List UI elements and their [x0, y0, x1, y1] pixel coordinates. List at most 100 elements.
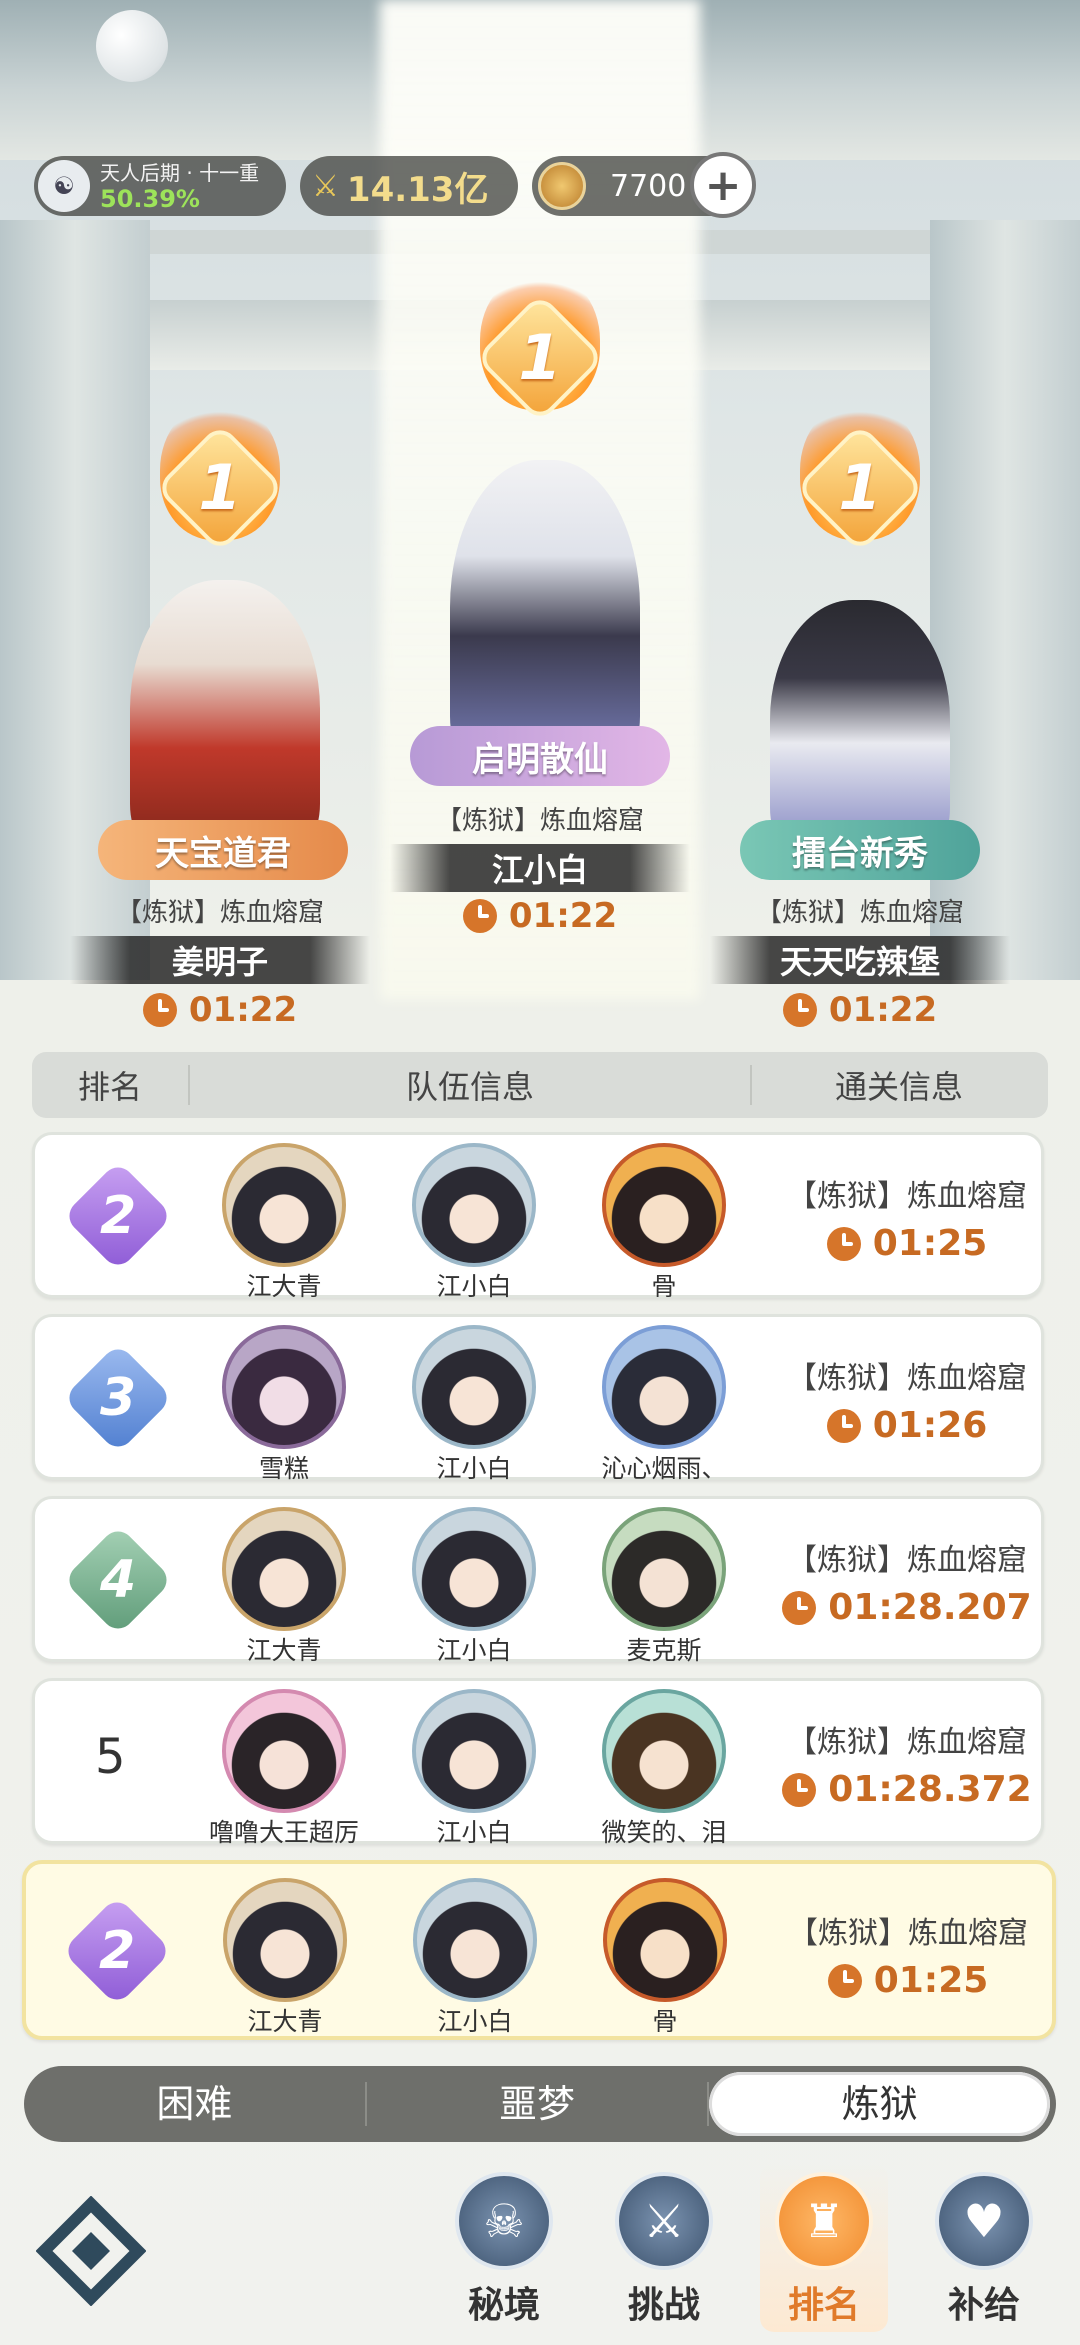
currency-value: 7700: [610, 168, 687, 204]
clear-time: 01:25: [757, 1223, 1057, 1264]
team-member[interactable]: 微笑的、泪: [589, 1689, 739, 1849]
player-title-badge: 启明散仙: [410, 726, 670, 786]
member-avatar: [223, 1878, 347, 2002]
combat-power-value: 14.13亿: [346, 169, 489, 210]
tab-nightmare[interactable]: 噩梦: [367, 2072, 708, 2136]
member-name: 江大青: [246, 1272, 322, 1301]
podium-player-name[interactable]: 江小白: [390, 844, 690, 892]
rank-number: 5: [95, 1729, 126, 1785]
member-name: 麦克斯: [626, 1636, 702, 1665]
member-name: 江小白: [436, 1454, 512, 1483]
player-title-badge: 天宝道君: [98, 820, 348, 880]
clear-stage: 【炼狱】炼血熔窟: [787, 1179, 1027, 1214]
clock-icon: [827, 1963, 862, 1998]
combat-power: ⚔ 14.13亿: [300, 156, 518, 216]
clear-stage: 【炼狱】炼血熔窟: [787, 1543, 1027, 1578]
clear-stage: 【炼狱】炼血熔窟: [788, 1916, 1028, 1951]
team-member[interactable]: 沁心烟雨、: [589, 1325, 739, 1485]
member-name: 噜噜大王超厉: [209, 1818, 359, 1847]
team-member[interactable]: 江小白: [399, 1689, 549, 1849]
member-avatar: [222, 1507, 346, 1631]
team-member[interactable]: 江小白: [399, 1507, 549, 1667]
rank-badge: 2: [62, 1160, 174, 1272]
rank-badge: 2: [61, 1895, 173, 2007]
team-member[interactable]: 江小白: [399, 1143, 549, 1303]
nav-secret-realm[interactable]: ☠ 秘境: [440, 2164, 568, 2332]
member-name: 骨: [652, 2007, 678, 2036]
clear-time: 01:26: [757, 1405, 1057, 1446]
podium-stage: 【炼狱】炼血熔窟: [435, 806, 644, 836]
member-name: 沁心烟雨、: [601, 1454, 727, 1483]
clock-icon: [782, 1772, 817, 1807]
supply-heart-icon: ♥: [935, 2172, 1033, 2270]
clock-icon: [826, 1408, 861, 1443]
realm-label: 天人后期 · 十一重: [100, 161, 260, 185]
member-avatar: [603, 1878, 727, 2002]
cultivation-status[interactable]: ☯ 天人后期 · 十一重 50.39%: [34, 156, 286, 216]
member-avatar: [602, 1507, 726, 1631]
member-name: 江大青: [247, 2007, 323, 2036]
member-name: 江小白: [436, 1818, 512, 1847]
team-member[interactable]: 江小白: [400, 1878, 550, 2038]
character-model-left[interactable]: [130, 580, 320, 860]
nav-challenge[interactable]: ⚔ 挑战: [600, 2164, 728, 2332]
menu-diamond-icon[interactable]: [36, 2196, 146, 2306]
podium-clear-time: 01:22: [710, 990, 1010, 1030]
podium-clear-time: 01:22: [390, 896, 690, 936]
realm-progress: 50.39%: [100, 185, 200, 213]
member-name: 骨: [651, 1272, 677, 1301]
clock-icon: [142, 993, 177, 1027]
podium-stage: 【炼狱】炼血熔窟: [115, 898, 324, 928]
team-member[interactable]: 江大青: [210, 1878, 360, 2038]
rank-flame-badge: 1: [150, 400, 290, 554]
clock-icon: [782, 1590, 817, 1625]
my-ranking-row[interactable]: 2 江大青 江小白 骨 【炼狱】炼血熔窟 01:25: [22, 1860, 1056, 2040]
rank-flame-badge: 1: [470, 270, 610, 424]
rank-badge: 3: [62, 1342, 174, 1454]
member-avatar: [222, 1325, 346, 1449]
team-member[interactable]: 雪糕: [209, 1325, 359, 1485]
podium-player-name[interactable]: 天天吃辣堡: [710, 936, 1010, 984]
clear-time: 01:28.372: [757, 1769, 1057, 1810]
podium-stage: 【炼狱】炼血熔窟: [755, 898, 964, 928]
tab-purgatory[interactable]: 炼狱: [709, 2072, 1051, 2136]
clear-stage: 【炼狱】炼血熔窟: [787, 1725, 1027, 1760]
team-member[interactable]: 骨: [590, 1878, 740, 2038]
team-member[interactable]: 江大青: [209, 1507, 359, 1667]
member-name: 江小白: [436, 1272, 512, 1301]
player-title-badge: 擂台新秀: [740, 820, 980, 880]
ranking-row[interactable]: 5 噜噜大王超厉 江小白 微笑的、泪 【炼狱】炼血熔窟 01:28.372: [32, 1678, 1044, 1847]
difficulty-tabs: 困难 噩梦 炼狱: [24, 2066, 1056, 2142]
member-avatar: [412, 1325, 536, 1449]
coin-icon: [538, 162, 586, 210]
clock-icon: [462, 899, 497, 933]
ranking-table-header: 排名 队伍信息 通关信息: [32, 1052, 1048, 1118]
ranking-row[interactable]: 4 江大青 江小白 麦克斯 【炼狱】炼血熔窟 01:28.207: [32, 1496, 1044, 1665]
rank-badge: 4: [62, 1524, 174, 1636]
team-member[interactable]: 噜噜大王超厉: [209, 1689, 359, 1849]
nav-ranking[interactable]: ♜ 排名: [760, 2164, 888, 2332]
member-name: 江小白: [436, 1636, 512, 1665]
team-member[interactable]: 江小白: [399, 1325, 549, 1485]
add-currency-button[interactable]: +: [690, 152, 756, 218]
clock-icon: [826, 1226, 861, 1261]
team-member[interactable]: 麦克斯: [589, 1507, 739, 1667]
podium-player-name[interactable]: 姜明子: [70, 936, 370, 984]
demon-mask-icon: ☠: [455, 2172, 553, 2270]
member-name: 江大青: [246, 1636, 322, 1665]
team-column-header: 队伍信息: [405, 1068, 534, 1106]
team-member[interactable]: 江大青: [209, 1143, 359, 1303]
member-name: 微笑的、泪: [601, 1818, 727, 1847]
member-avatar: [222, 1143, 346, 1267]
team-member[interactable]: 骨: [589, 1143, 739, 1303]
clear-stage: 【炼狱】炼血熔窟: [787, 1361, 1027, 1396]
member-avatar: [602, 1689, 726, 1813]
ranking-row[interactable]: 3 雪糕 江小白 沁心烟雨、 【炼狱】炼血熔窟 01:26: [32, 1314, 1044, 1483]
nav-supply[interactable]: ♥ 补给: [920, 2164, 1048, 2332]
ranking-row[interactable]: 2 江大青 江小白 骨 【炼狱】炼血熔窟 01:25: [32, 1132, 1044, 1301]
clear-time: 01:28.207: [757, 1587, 1057, 1628]
member-avatar: [602, 1325, 726, 1449]
tab-hard[interactable]: 困难: [24, 2072, 365, 2136]
podium-icon: ♜: [775, 2172, 873, 2270]
rank-column-header: 排名: [77, 1068, 142, 1106]
